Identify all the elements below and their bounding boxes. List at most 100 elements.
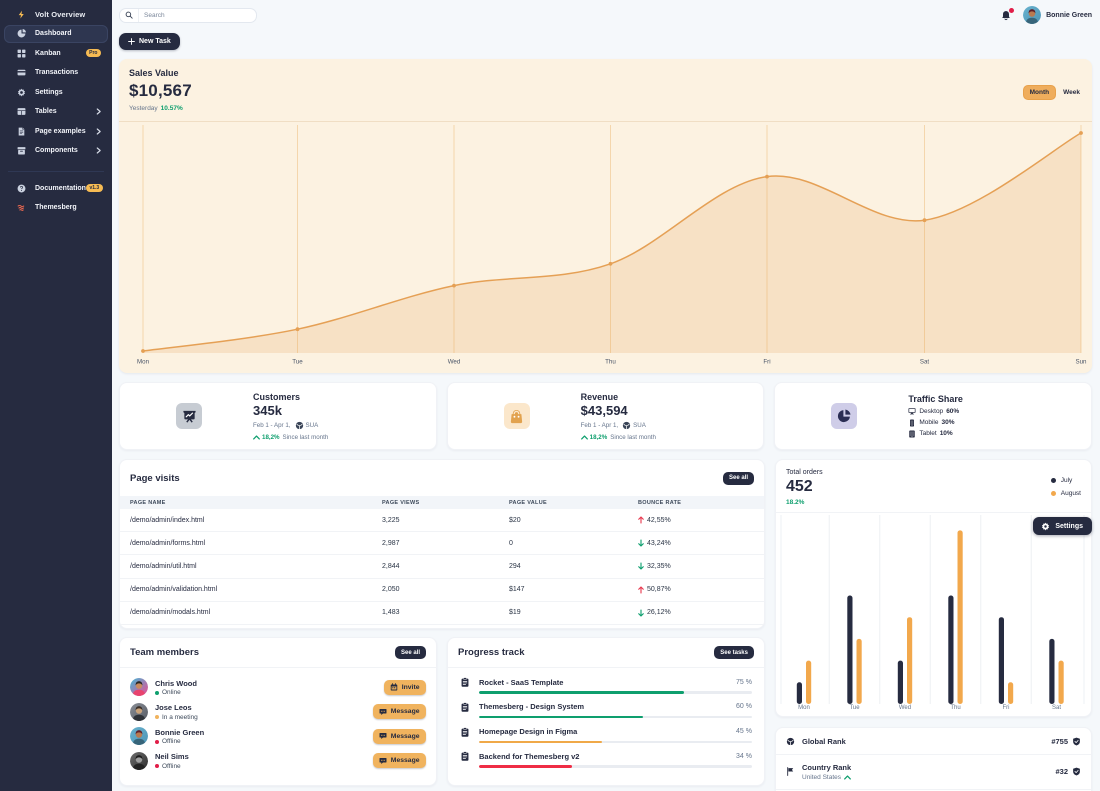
sidebar-item-dashboard[interactable]: Dashboard bbox=[4, 25, 108, 43]
member-action-label: Message bbox=[391, 757, 420, 764]
progress-label: Rocket - SaaS Template bbox=[479, 678, 563, 687]
arrow-up-icon bbox=[638, 586, 644, 594]
bolt-icon bbox=[17, 10, 26, 19]
stat-title: Revenue bbox=[581, 392, 656, 402]
arrow-down-icon bbox=[638, 609, 644, 617]
member-avatar[interactable] bbox=[130, 678, 148, 696]
member-status-text: Online bbox=[162, 689, 181, 696]
total-orders-value: 452 bbox=[786, 478, 1081, 496]
globe-icon bbox=[622, 421, 631, 430]
sidebar-item-badge: Pro bbox=[86, 49, 101, 57]
sales-chart-svg: MonTueWedThuFriSatSun bbox=[119, 122, 1092, 373]
member-avatar[interactable] bbox=[130, 752, 148, 770]
member-message-button[interactable]: Message bbox=[373, 704, 426, 719]
lower-right-column: Total orders 452 18.2% JulyAugust Settin… bbox=[775, 459, 1092, 791]
stat-region: SUA bbox=[633, 422, 646, 429]
themesberg-logo-icon bbox=[17, 203, 26, 212]
rank-value: #32 bbox=[1055, 767, 1068, 776]
progress-label: Homepage Design in Figma bbox=[479, 727, 577, 736]
rank-right: #32 bbox=[1055, 767, 1081, 776]
caret-up-icon bbox=[844, 775, 851, 780]
member-name[interactable]: Neil Sims bbox=[155, 752, 189, 761]
progress-track-list: Rocket - SaaS Template75 %Themesberg - D… bbox=[448, 668, 764, 773]
member-status-text: In a meeting bbox=[162, 714, 198, 721]
caret-up-icon bbox=[581, 435, 588, 440]
globe-icon bbox=[786, 737, 795, 746]
stat-card-traffic-share: Traffic ShareDesktop60%Mobile30%Tablet10… bbox=[774, 382, 1092, 450]
sidebar-item-page-examples[interactable]: Page examples bbox=[4, 122, 108, 142]
member-message-button[interactable]: Message bbox=[373, 753, 426, 768]
svg-text:Sat: Sat bbox=[920, 359, 930, 366]
sidebar-item-transactions[interactable]: Transactions bbox=[4, 63, 108, 83]
stat-delta-value: 18,2% bbox=[262, 434, 280, 441]
progress-percent: 45 % bbox=[736, 728, 752, 735]
svg-text:Sat: Sat bbox=[1052, 705, 1061, 711]
team-member-row: Jose Leos In a meeting Message bbox=[130, 700, 426, 725]
sidebar-item-themesberg[interactable]: Themesberg bbox=[4, 198, 108, 218]
new-task-button[interactable]: New Task bbox=[119, 33, 180, 50]
page-name-cell[interactable]: /demo/admin/util.html bbox=[120, 563, 372, 570]
page-name-cell[interactable]: /demo/admin/modals.html bbox=[120, 609, 372, 616]
stat-delta-text: Since last month bbox=[610, 434, 656, 441]
svg-text:Thu: Thu bbox=[605, 359, 616, 366]
page-visits-title: Page visits bbox=[130, 473, 180, 484]
arrow-down-icon bbox=[638, 539, 644, 547]
team-member-row: Chris WoodOnline Invite bbox=[130, 675, 426, 700]
member-avatar[interactable] bbox=[130, 727, 148, 745]
sales-range-toggle: Month Week bbox=[1023, 85, 1080, 100]
progress-row: Themesberg - Design System60 % bbox=[460, 699, 752, 724]
sales-value-card: Sales Value $10,567 Yesterday10.57% Mont… bbox=[119, 59, 1092, 373]
user-name[interactable]: Bonnie Green bbox=[1046, 12, 1092, 19]
arrow-down-icon bbox=[638, 562, 644, 570]
pie-chart-big-icon bbox=[831, 403, 857, 429]
shield-icon bbox=[1072, 737, 1081, 746]
progress-track-title: Progress track bbox=[458, 647, 525, 658]
member-message-button[interactable]: Message bbox=[373, 729, 426, 744]
sidebar-item-components[interactable]: Components bbox=[4, 141, 108, 161]
chart-settings-label: Settings bbox=[1055, 523, 1083, 530]
member-invite-button[interactable]: Invite bbox=[384, 680, 426, 695]
chevron-right-icon bbox=[96, 147, 101, 154]
user-avatar[interactable] bbox=[1023, 6, 1041, 24]
svg-text:Fri: Fri bbox=[763, 359, 770, 366]
table-row: /demo/admin/util.html2,84429432,35% bbox=[120, 555, 764, 578]
traffic-value: 10% bbox=[940, 430, 953, 437]
bounce-rate-value: 43,24% bbox=[647, 540, 671, 547]
sales-title: Sales Value bbox=[129, 68, 192, 78]
sidebar-item-tables[interactable]: Tables bbox=[4, 102, 108, 122]
sidebar-item-badge: v1.3 bbox=[86, 184, 103, 192]
member-name[interactable]: Jose Leos bbox=[155, 703, 198, 712]
bounce-rate-cell: 32,35% bbox=[628, 562, 764, 570]
page-name-cell[interactable]: /demo/admin/validation.html bbox=[120, 586, 372, 593]
legend-item-july: July bbox=[1051, 477, 1081, 484]
search-input[interactable] bbox=[139, 12, 256, 19]
rank-row-country-rank: Country RankUnited States#32 bbox=[776, 755, 1091, 790]
orders-chart-svg: MonTueWedThuFriSat bbox=[776, 513, 1092, 718]
week-button[interactable]: Week bbox=[1063, 89, 1080, 96]
sidebar-brand[interactable]: Volt Overview bbox=[4, 6, 108, 22]
bounce-rate-value: 26,12% bbox=[647, 609, 671, 616]
stat-card-customers: Customers345kFeb 1 - Apr 1,SUA18,2%Since… bbox=[119, 382, 437, 450]
notifications-bell[interactable] bbox=[1001, 10, 1011, 21]
member-name[interactable]: Chris Wood bbox=[155, 679, 197, 688]
svg-text:Mon: Mon bbox=[137, 359, 150, 366]
page-value-cell: $19 bbox=[499, 609, 628, 616]
sidebar-item-kanban[interactable]: KanbanPro bbox=[4, 44, 108, 64]
globe-icon bbox=[295, 421, 304, 430]
page-visits-see-all-button[interactable]: See all bbox=[723, 472, 754, 485]
member-action-label: Invite bbox=[402, 684, 420, 691]
sales-value: $10,567 bbox=[129, 81, 192, 101]
team-see-all-button[interactable]: See all bbox=[395, 646, 426, 659]
member-avatar[interactable] bbox=[130, 703, 148, 721]
page-name-cell[interactable]: /demo/admin/forms.html bbox=[120, 540, 372, 547]
clipboard-icon bbox=[460, 727, 470, 737]
rank-label: Global Rank bbox=[802, 737, 846, 746]
sidebar-item-documentation[interactable]: Documentationv1.3 bbox=[4, 179, 108, 199]
sidebar-item-settings[interactable]: Settings bbox=[4, 83, 108, 103]
month-button[interactable]: Month bbox=[1023, 85, 1057, 100]
progress-see-tasks-button[interactable]: See tasks bbox=[714, 646, 754, 659]
page-name-cell[interactable]: /demo/admin/index.html bbox=[120, 517, 372, 524]
member-name[interactable]: Bonnie Green bbox=[155, 728, 204, 737]
chart-settings-button[interactable]: Settings bbox=[1033, 517, 1092, 535]
page-visits-table-body: /demo/admin/index.html3,225$2042,55%/dem… bbox=[120, 509, 764, 625]
